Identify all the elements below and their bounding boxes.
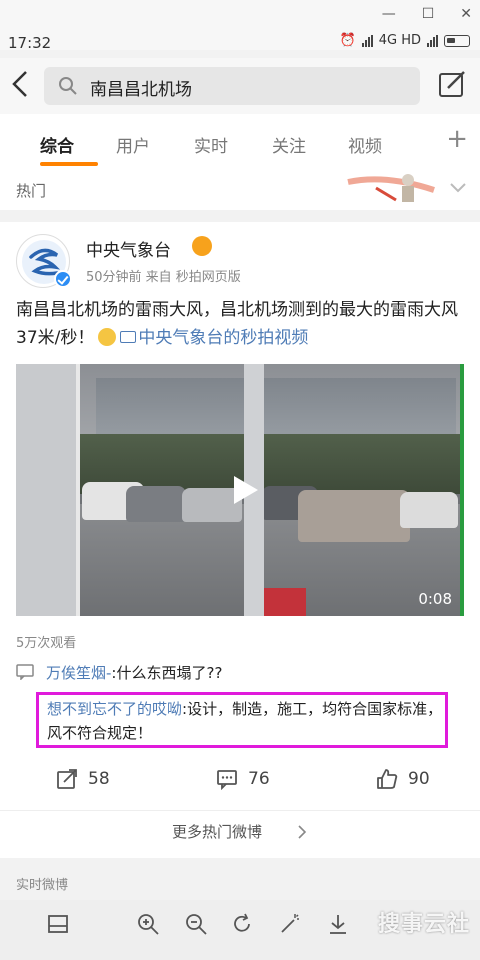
realtime-section-header: 实时微博	[0, 870, 480, 900]
search-icon	[59, 77, 77, 95]
rotate-icon[interactable]	[230, 912, 254, 936]
post-meta: 50分钟前 来自 秒拍网页版	[86, 270, 241, 285]
tab-bar: 综合 用户 实时 关注 视频 +	[0, 114, 480, 170]
zoom-out-icon[interactable]	[184, 912, 208, 936]
emoji-icon	[98, 328, 117, 346]
video-link-icon	[120, 331, 137, 343]
video-frame-car	[126, 486, 186, 522]
search-header: 南昌昌北机场	[0, 58, 480, 114]
minimize-icon[interactable]: —	[382, 6, 396, 22]
chevron-right-icon	[298, 825, 307, 839]
post-actions: 58 76 90	[0, 762, 480, 802]
video-frame-panel	[16, 364, 80, 616]
maximize-icon[interactable]: ☐	[422, 6, 435, 22]
view-count: 5万次观看	[16, 636, 77, 651]
video-frame-car	[298, 490, 410, 542]
comment-user[interactable]: 万俟笙烟-	[46, 664, 111, 682]
author-name[interactable]: 中央气象台	[86, 236, 171, 261]
video-frame-object	[264, 588, 306, 616]
banner-decoration	[347, 174, 435, 202]
hot-section-header: 热门	[0, 170, 480, 210]
chevron-down-icon[interactable]	[448, 178, 468, 198]
alarm-icon: ⏰	[339, 33, 356, 48]
tab-comprehensive[interactable]: 综合	[40, 132, 74, 157]
hot-label: 热门	[16, 182, 47, 200]
more-hot-posts-link[interactable]: 更多热门微博	[0, 810, 480, 854]
video-link[interactable]: 中央气象台的秒拍视频	[138, 328, 308, 348]
search-input[interactable]: 南昌昌北机场	[44, 67, 420, 105]
thumbs-up-icon	[377, 769, 398, 789]
comment-content: 万俟笙烟-:什么东西塌了??	[46, 662, 222, 683]
video-frame-edge	[460, 364, 464, 616]
active-tab-indicator	[40, 162, 98, 166]
search-query: 南昌昌北机场	[90, 80, 192, 100]
tab-realtime[interactable]: 实时	[194, 132, 228, 157]
video-duration: 0:08	[418, 590, 452, 608]
download-icon[interactable]	[326, 912, 350, 936]
fan-badge-icon	[192, 236, 212, 256]
comment-icon	[217, 770, 237, 790]
comment-count: 76	[248, 769, 270, 789]
more-hot-posts-label: 更多热门微博	[172, 823, 263, 841]
top-comment[interactable]: 万俟笙烟-:什么东西塌了??	[16, 662, 466, 684]
tab-users[interactable]: 用户	[116, 132, 150, 157]
highlighted-reply: 想不到忘不了的哎呦:设计，制造，施工，均符合国家标准，风不符合规定！	[36, 692, 448, 748]
watermark-logo: 搜事云社	[377, 912, 470, 937]
add-tab-icon[interactable]: +	[446, 124, 468, 154]
back-icon[interactable]	[10, 68, 34, 100]
repost-count: 58	[88, 769, 110, 789]
tab-video[interactable]: 视频	[348, 132, 382, 157]
battery-icon	[444, 34, 470, 47]
like-count: 90	[408, 769, 430, 789]
video-frame-car	[400, 492, 458, 528]
status-time: 17:32	[8, 34, 52, 52]
compose-icon[interactable]	[436, 68, 468, 100]
zoom-in-icon[interactable]	[136, 912, 160, 936]
close-icon[interactable]: ✕	[460, 6, 472, 22]
status-bar: — ☐ ✕ 17:32 ⏰ 4G HD	[0, 0, 480, 52]
post-content: 南昌昌北机场的雷雨大风，昌北机场测到的最大的雷雨大风37米/秒！ 中央气象台的秒拍…	[16, 296, 466, 352]
signal-icon	[361, 34, 373, 47]
window-controls: — ☐ ✕	[382, 6, 472, 22]
realtime-label: 实时微博	[16, 878, 69, 893]
signal-icon-2	[427, 34, 438, 47]
repost-button[interactable]: 58	[56, 768, 110, 790]
magic-wand-icon[interactable]	[278, 912, 302, 936]
comment-text: :什么东西塌了??	[111, 664, 223, 682]
reply-user[interactable]: 想不到忘不了的哎呦	[47, 700, 182, 718]
like-button[interactable]: 90	[376, 768, 430, 790]
layout-icon[interactable]	[46, 912, 70, 936]
tab-following[interactable]: 关注	[272, 132, 306, 157]
video-player[interactable]: 0:08	[16, 364, 464, 616]
repost-icon	[57, 769, 77, 789]
status-indicators: ⏰ 4G HD	[340, 33, 470, 48]
verified-badge-icon	[54, 270, 72, 288]
comment-button[interactable]: 76	[216, 768, 270, 790]
comment-bubble-icon	[16, 664, 34, 680]
post-card: 中央气象台 50分钟前 来自 秒拍网页版 南昌昌北机场的雷雨大风，昌北机场测到的…	[0, 222, 480, 858]
network-label: 4G HD	[378, 33, 421, 48]
reply-content: 想不到忘不了的哎呦:设计，制造，施工，均符合国家标准，风不符合规定！	[47, 697, 443, 745]
play-icon[interactable]	[226, 472, 262, 508]
